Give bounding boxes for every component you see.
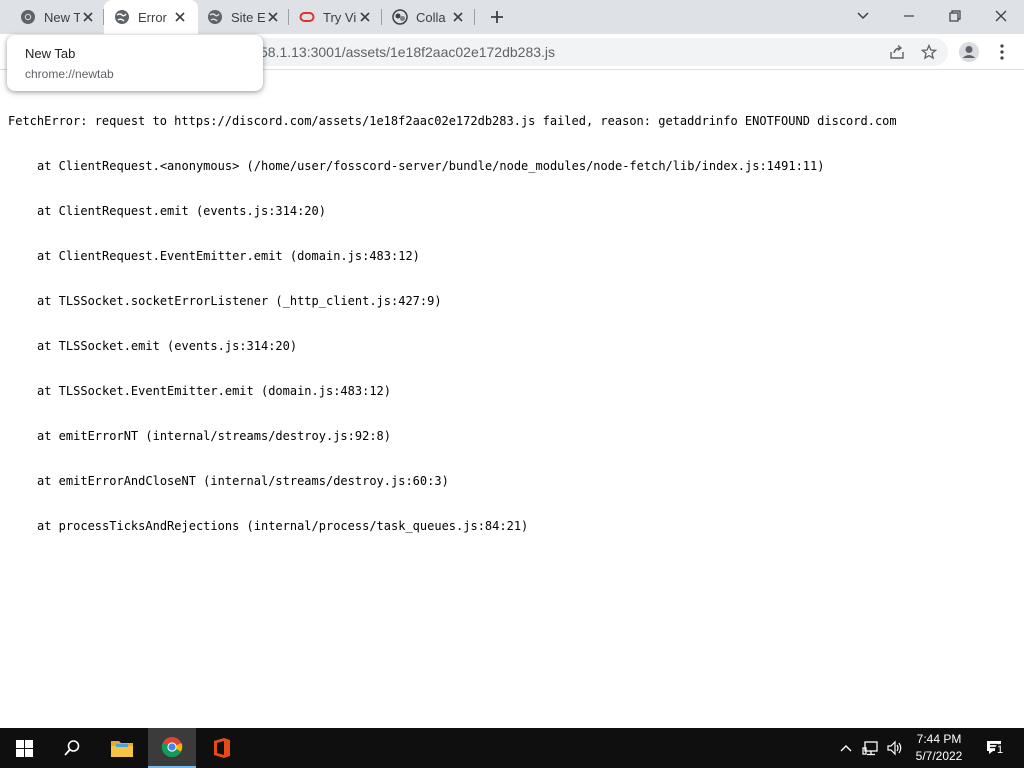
close-tab-icon[interactable]	[265, 9, 281, 25]
minimize-icon	[904, 15, 914, 17]
address-bar[interactable]: 58.1.13:3001/assets/1e18f2aac02e172db283…	[200, 38, 948, 66]
stack-frame: at TLSSocket.EventEmitter.emit (domain.j…	[37, 384, 392, 398]
notification-count-badge: 1	[995, 744, 1006, 756]
close-tab-icon[interactable]	[172, 9, 188, 25]
tab-strip: New T Error Site E Try Vi Colla	[0, 0, 1024, 34]
tab-site[interactable]: Site E	[207, 6, 281, 28]
action-center-button[interactable]: 1	[980, 728, 1010, 768]
close-icon	[995, 10, 1007, 22]
hover-card-url: chrome://newtab	[25, 67, 114, 81]
page-content: FetchError: request to https://discord.c…	[0, 70, 1024, 728]
restore-button[interactable]	[932, 0, 978, 32]
chevron-down-icon	[857, 12, 869, 20]
stack-frame: at ClientRequest.EventEmitter.emit (doma…	[37, 249, 420, 263]
tab-title: Colla	[416, 9, 446, 25]
tab-hover-card: New Tab chrome://newtab	[7, 35, 263, 91]
chevron-up-icon	[840, 745, 852, 752]
stack-frame: at TLSSocket.socketErrorListener (_http_…	[37, 294, 442, 308]
hover-card-title: New Tab	[25, 46, 76, 61]
clock-date: 5/7/2022	[915, 749, 963, 763]
tab-divider	[381, 9, 382, 25]
tab-title: New T	[44, 9, 80, 25]
new-tab-button[interactable]	[486, 6, 508, 28]
globe-icon	[207, 9, 223, 25]
tab-divider	[474, 9, 475, 25]
chrome-icon	[161, 737, 183, 758]
office-icon	[214, 738, 230, 758]
url-text[interactable]: 58.1.13:3001/assets/1e18f2aac02e172db283…	[260, 44, 555, 60]
windows-taskbar: 7:44 PM 5/7/2022 1	[0, 728, 1024, 768]
tab-title: Try Vi	[323, 9, 357, 25]
bookmark-star-icon[interactable]	[918, 41, 940, 63]
search-button[interactable]	[48, 728, 96, 768]
profile-avatar-icon[interactable]	[958, 41, 980, 63]
oracle-icon	[299, 9, 315, 25]
stack-frame: at processTicksAndRejections (internal/p…	[37, 519, 529, 533]
tab-title: Error	[138, 9, 167, 25]
start-button[interactable]	[0, 728, 48, 768]
volume-icon	[887, 740, 902, 756]
plus-icon	[491, 11, 503, 23]
tab-search-button[interactable]	[840, 0, 886, 32]
volume-button[interactable]	[884, 728, 906, 768]
stack-frame: at ClientRequest.<anonymous> (/home/user…	[37, 159, 825, 173]
tab-collab[interactable]: Colla	[392, 6, 466, 28]
chrome-icon	[20, 9, 36, 25]
clock-time: 7:44 PM	[916, 732, 962, 746]
stack-frame: at ClientRequest.emit (events.js:314:20)	[37, 204, 326, 218]
tab-try[interactable]: Try Vi	[299, 6, 373, 28]
network-button[interactable]	[860, 728, 882, 768]
office-button[interactable]	[198, 728, 246, 768]
stack-frame: at TLSSocket.emit (events.js:314:20)	[37, 339, 298, 353]
error-message: FetchError: request to https://discord.c…	[8, 114, 897, 128]
close-tab-icon[interactable]	[80, 9, 96, 25]
stack-frame: at emitErrorNT (internal/streams/destroy…	[37, 429, 392, 443]
stack-frame: at emitErrorAndCloseNT (internal/streams…	[37, 474, 449, 488]
more-menu-icon[interactable]	[991, 41, 1013, 63]
error-text: FetchError: request to https://discord.c…	[8, 84, 897, 564]
chrome-taskbar-button[interactable]	[148, 728, 196, 768]
tab-new-tab[interactable]: New T	[20, 6, 96, 28]
file-explorer-button[interactable]	[98, 728, 146, 768]
show-hidden-icons-button[interactable]	[836, 728, 856, 768]
network-icon	[862, 741, 878, 756]
close-tab-icon[interactable]	[450, 9, 466, 25]
folder-icon	[111, 741, 133, 757]
tab-title: Site E	[231, 9, 265, 25]
tab-error[interactable]: Error	[114, 6, 188, 28]
clock[interactable]: 7:44 PM 5/7/2022	[906, 731, 972, 765]
restore-icon	[949, 10, 961, 22]
collab-icon	[392, 9, 408, 25]
close-tab-icon[interactable]	[357, 9, 373, 25]
windows-logo-icon	[15, 739, 33, 757]
search-icon	[64, 740, 80, 756]
share-icon[interactable]	[886, 41, 908, 63]
close-window-button[interactable]	[978, 0, 1024, 32]
tab-divider	[288, 9, 289, 25]
globe-icon	[114, 9, 130, 25]
minimize-button[interactable]	[886, 0, 932, 32]
